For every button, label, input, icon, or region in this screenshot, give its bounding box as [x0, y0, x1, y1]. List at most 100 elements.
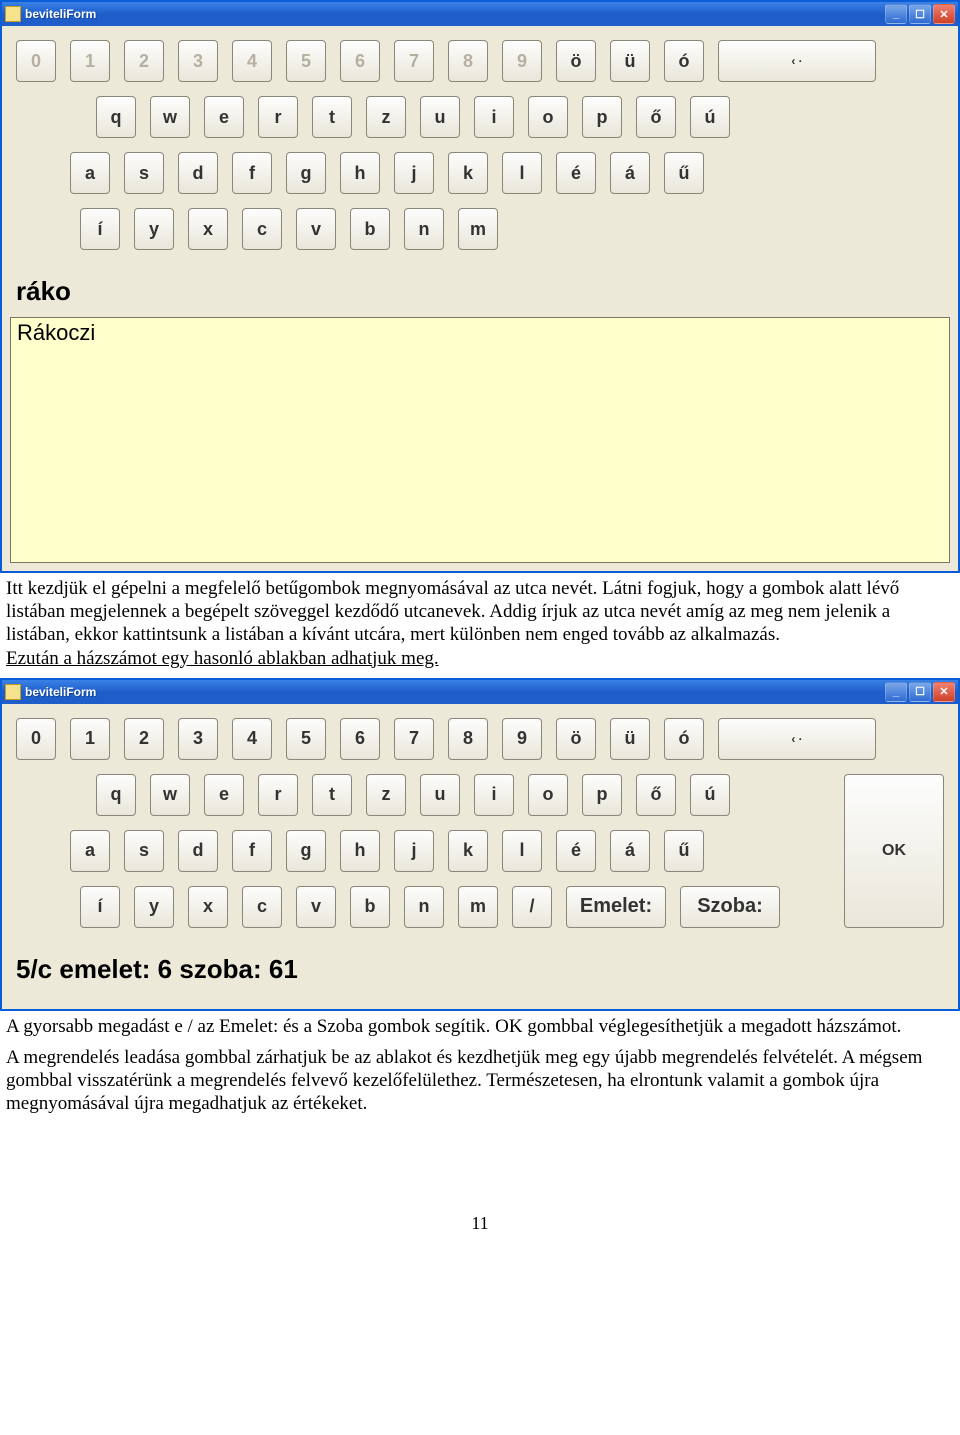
key-o-dacute[interactable]: ő — [636, 774, 676, 816]
ok-button[interactable]: OK — [844, 774, 944, 928]
key-m[interactable]: m — [458, 886, 498, 928]
key-z[interactable]: z — [366, 774, 406, 816]
key-b[interactable]: b — [350, 886, 390, 928]
key-r[interactable]: r — [258, 774, 298, 816]
key-k[interactable]: k — [448, 152, 488, 194]
key-x[interactable]: x — [188, 208, 228, 250]
key-c[interactable]: c — [242, 886, 282, 928]
minimize-button[interactable]: _ — [885, 682, 907, 702]
key-a-acute[interactable]: á — [610, 152, 650, 194]
key-t[interactable]: t — [312, 774, 352, 816]
key-n[interactable]: n — [404, 208, 444, 250]
key-v[interactable]: v — [296, 208, 336, 250]
key-5[interactable]: 5 — [286, 40, 326, 82]
key-y[interactable]: y — [134, 208, 174, 250]
key-w[interactable]: w — [150, 774, 190, 816]
key-f[interactable]: f — [232, 830, 272, 872]
key-o-acute[interactable]: ó — [664, 718, 704, 760]
key-p[interactable]: p — [582, 774, 622, 816]
key-g[interactable]: g — [286, 830, 326, 872]
key-r[interactable]: r — [258, 96, 298, 138]
key-c[interactable]: c — [242, 208, 282, 250]
key-b[interactable]: b — [350, 208, 390, 250]
key-e[interactable]: e — [204, 96, 244, 138]
key-h[interactable]: h — [340, 830, 380, 872]
key-o[interactable]: o — [528, 774, 568, 816]
key-1[interactable]: 1 — [70, 718, 110, 760]
key-a[interactable]: a — [70, 152, 110, 194]
key-j[interactable]: j — [394, 152, 434, 194]
key-o-dacute[interactable]: ő — [636, 96, 676, 138]
key-backspace[interactable]: ‹ · — [718, 40, 876, 82]
minimize-button[interactable]: _ — [885, 4, 907, 24]
key-n[interactable]: n — [404, 886, 444, 928]
maximize-button[interactable]: ☐ — [909, 4, 931, 24]
key-i[interactable]: i — [474, 96, 514, 138]
key-u-umlaut[interactable]: ü — [610, 40, 650, 82]
key-d[interactable]: d — [178, 830, 218, 872]
key-u-umlaut[interactable]: ü — [610, 718, 650, 760]
key-g[interactable]: g — [286, 152, 326, 194]
key-e-acute[interactable]: é — [556, 152, 596, 194]
key-o-acute[interactable]: ó — [664, 40, 704, 82]
key-d[interactable]: d — [178, 152, 218, 194]
key-u[interactable]: u — [420, 96, 460, 138]
key-a[interactable]: a — [70, 830, 110, 872]
key-8[interactable]: 8 — [448, 40, 488, 82]
key-a-acute[interactable]: á — [610, 830, 650, 872]
key-y[interactable]: y — [134, 886, 174, 928]
key-6[interactable]: 6 — [340, 40, 380, 82]
key-9[interactable]: 9 — [502, 40, 542, 82]
key-e-acute[interactable]: é — [556, 830, 596, 872]
key-8[interactable]: 8 — [448, 718, 488, 760]
key-o[interactable]: o — [528, 96, 568, 138]
key-i[interactable]: i — [474, 774, 514, 816]
key-1[interactable]: 1 — [70, 40, 110, 82]
key-l[interactable]: l — [502, 830, 542, 872]
key-backspace[interactable]: ‹ · — [718, 718, 876, 760]
key-0[interactable]: 0 — [16, 718, 56, 760]
key-i-acute[interactable]: í — [80, 886, 120, 928]
list-item[interactable]: Rákoczi — [11, 318, 949, 348]
key-7[interactable]: 7 — [394, 40, 434, 82]
key-q[interactable]: q — [96, 774, 136, 816]
key-o-umlaut[interactable]: ö — [556, 718, 596, 760]
key-e[interactable]: e — [204, 774, 244, 816]
key-o-umlaut[interactable]: ö — [556, 40, 596, 82]
key-6[interactable]: 6 — [340, 718, 380, 760]
key-emelet[interactable]: Emelet: — [566, 886, 666, 928]
key-w[interactable]: w — [150, 96, 190, 138]
key-m[interactable]: m — [458, 208, 498, 250]
key-3[interactable]: 3 — [178, 718, 218, 760]
maximize-button[interactable]: ☐ — [909, 682, 931, 702]
key-slash[interactable]: / — [512, 886, 552, 928]
key-u-acute[interactable]: ú — [690, 774, 730, 816]
key-5[interactable]: 5 — [286, 718, 326, 760]
key-0[interactable]: 0 — [16, 40, 56, 82]
key-q[interactable]: q — [96, 96, 136, 138]
key-j[interactable]: j — [394, 830, 434, 872]
suggestions-listbox[interactable]: Rákoczi — [10, 317, 950, 563]
key-3[interactable]: 3 — [178, 40, 218, 82]
key-z[interactable]: z — [366, 96, 406, 138]
close-button[interactable]: ✕ — [933, 682, 955, 702]
key-h[interactable]: h — [340, 152, 380, 194]
key-2[interactable]: 2 — [124, 718, 164, 760]
key-7[interactable]: 7 — [394, 718, 434, 760]
key-9[interactable]: 9 — [502, 718, 542, 760]
key-l[interactable]: l — [502, 152, 542, 194]
key-x[interactable]: x — [188, 886, 228, 928]
key-szoba[interactable]: Szoba: — [680, 886, 780, 928]
key-2[interactable]: 2 — [124, 40, 164, 82]
key-4[interactable]: 4 — [232, 40, 272, 82]
key-t[interactable]: t — [312, 96, 352, 138]
key-k[interactable]: k — [448, 830, 488, 872]
key-p[interactable]: p — [582, 96, 622, 138]
key-v[interactable]: v — [296, 886, 336, 928]
close-button[interactable]: ✕ — [933, 4, 955, 24]
key-u-dacute[interactable]: ű — [664, 152, 704, 194]
key-u-acute[interactable]: ú — [690, 96, 730, 138]
key-s[interactable]: s — [124, 830, 164, 872]
key-u-dacute[interactable]: ű — [664, 830, 704, 872]
key-s[interactable]: s — [124, 152, 164, 194]
